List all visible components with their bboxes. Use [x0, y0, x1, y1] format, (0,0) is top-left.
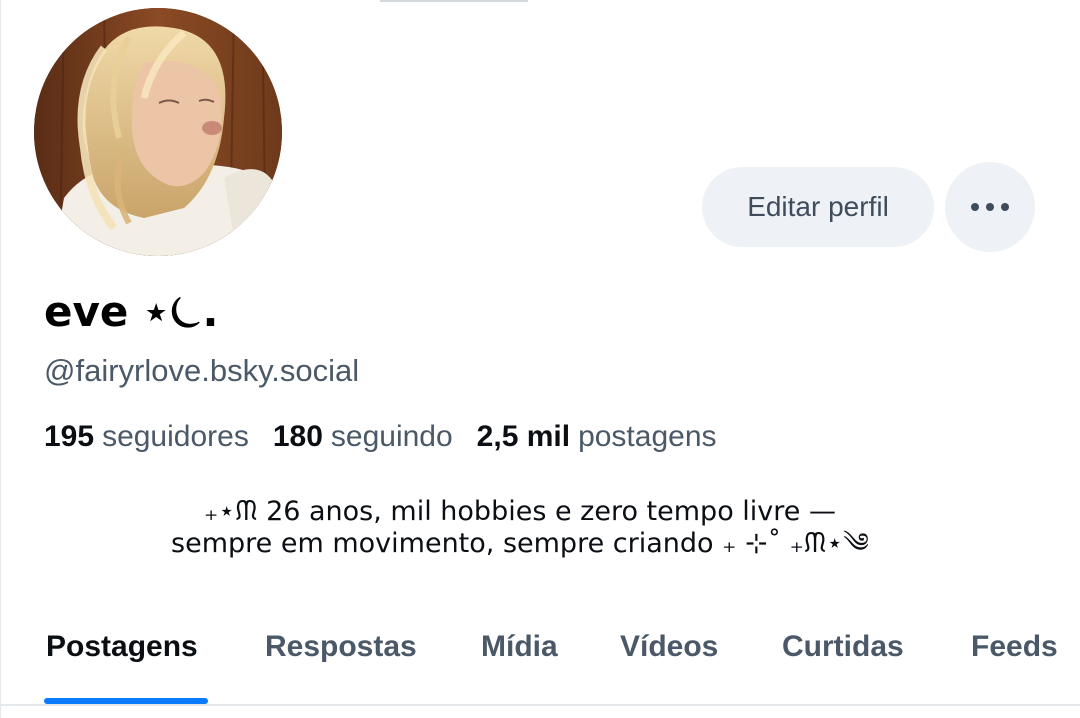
- avatar[interactable]: [34, 8, 282, 256]
- tab-midia[interactable]: Mídia: [481, 612, 558, 682]
- display-name: eve ⋆⏾.: [44, 287, 219, 336]
- tab-postagens[interactable]: Postagens: [46, 612, 198, 682]
- profile-handle: @fairyrlove.bsky.social: [44, 353, 360, 388]
- tab-respostas[interactable]: Respostas: [265, 612, 417, 682]
- posts-stat: 2,5 mil postagens: [477, 418, 717, 456]
- following-count: 180: [272, 420, 323, 453]
- tab-curtidas[interactable]: Curtidas: [782, 612, 904, 682]
- tabs-divider: [0, 704, 1080, 706]
- ellipsis-icon: [971, 203, 1009, 211]
- posts-label: postagens: [578, 420, 717, 453]
- profile-bio: ₊⋆ᙏ 26 anos, mil hobbies e zero tempo li…: [171, 496, 869, 559]
- following-label: seguindo: [330, 420, 453, 453]
- left-border: [0, 0, 1, 718]
- following-stat[interactable]: 180 seguindo: [273, 418, 453, 456]
- followers-stat[interactable]: 195 seguidores: [44, 418, 249, 456]
- followers-label: seguidores: [102, 420, 249, 453]
- sheet-handle: [380, 0, 528, 2]
- tab-videos[interactable]: Vídeos: [620, 612, 718, 682]
- followers-count: 195: [44, 420, 95, 453]
- profile-tabs: Postagens Respostas Mídia Vídeos Curtida…: [0, 612, 1080, 704]
- posts-count: 2,5 mil: [476, 420, 571, 453]
- tab-feeds[interactable]: Feeds: [971, 612, 1058, 682]
- profile-stats: 195 seguidores 180 seguindo 2,5 mil postage…: [44, 418, 741, 456]
- avatar-image: [34, 8, 282, 256]
- edit-profile-button[interactable]: Editar perfil: [702, 167, 934, 247]
- more-options-button[interactable]: [945, 162, 1035, 252]
